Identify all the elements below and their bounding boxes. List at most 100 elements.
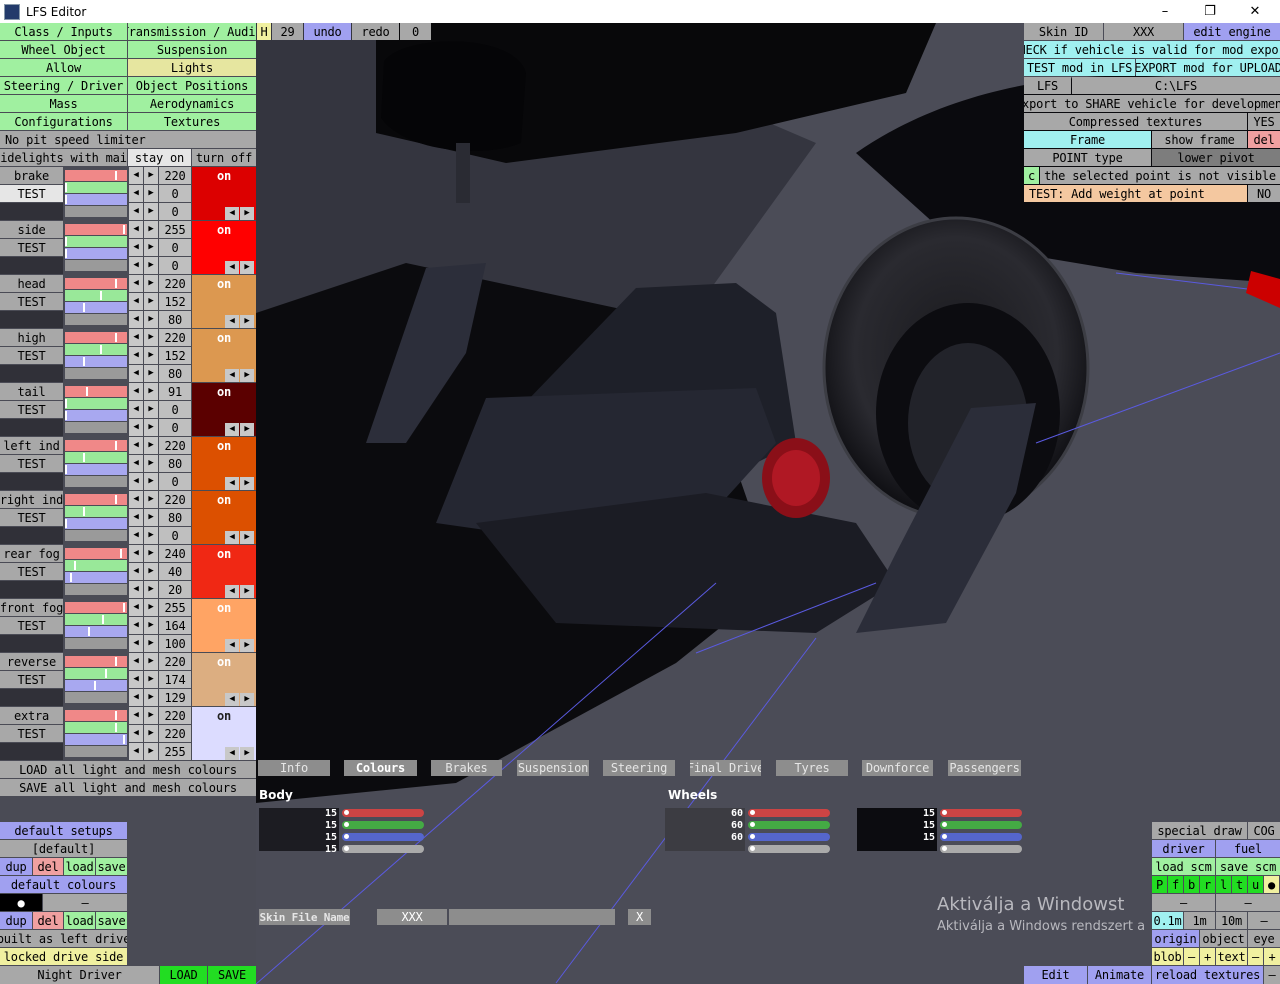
light-slider-b-10[interactable]: [65, 734, 127, 745]
light-slider-g-4[interactable]: [65, 398, 127, 409]
animate-mode-button[interactable]: Animate: [1088, 966, 1151, 984]
light-dec-g-icon-10[interactable]: ◀: [129, 725, 143, 742]
reload-textures-button[interactable]: reload textures: [1152, 966, 1263, 984]
swatch-next-icon-4[interactable]: ▶: [240, 423, 254, 436]
light-slider-b-9[interactable]: [65, 680, 127, 691]
test-weight-no-toggle[interactable]: NO: [1248, 185, 1280, 202]
light-value-r-6[interactable]: 220: [159, 491, 191, 508]
light-dec-b-icon-1[interactable]: ◀: [129, 257, 143, 274]
light-name-4[interactable]: tail: [0, 383, 63, 400]
load-scm-button[interactable]: load scm: [1152, 858, 1215, 875]
menu-mass[interactable]: Mass: [0, 95, 127, 112]
light-value-b-3[interactable]: 80: [159, 365, 191, 382]
light-dec-b-icon-4[interactable]: ◀: [129, 419, 143, 436]
light-value-r-5[interactable]: 220: [159, 437, 191, 454]
light-inc-b-icon-9[interactable]: ▶: [144, 689, 158, 706]
light-slider-b-1[interactable]: [65, 248, 127, 259]
light-slider-g-3[interactable]: [65, 344, 127, 355]
swatch-next-icon-6[interactable]: ▶: [240, 531, 254, 544]
blob-minus-button[interactable]: –: [1184, 948, 1199, 965]
tab-passengers[interactable]: Passengers: [948, 760, 1021, 776]
light-slider-b-6[interactable]: [65, 518, 127, 529]
lower-pivot-button[interactable]: lower pivot: [1152, 149, 1280, 166]
light-name-7[interactable]: rear fog: [0, 545, 63, 562]
light-value-r-10[interactable]: 220: [159, 707, 191, 724]
swatch-next-icon-2[interactable]: ▶: [240, 315, 254, 328]
swatch-prev-icon-7[interactable]: ◀: [225, 585, 239, 598]
menu-configurations[interactable]: Configurations: [0, 113, 127, 130]
light-dec-r-icon-2[interactable]: ◀: [129, 275, 143, 292]
save-scm-button[interactable]: save scm: [1216, 858, 1280, 875]
light-dec-r-icon-3[interactable]: ◀: [129, 329, 143, 346]
light-dec-b-icon-5[interactable]: ◀: [129, 473, 143, 490]
light-value-g-4[interactable]: 0: [159, 401, 191, 418]
light-name-9[interactable]: reverse: [0, 653, 63, 670]
light-slider-b-2[interactable]: [65, 302, 127, 313]
driver-load-button[interactable]: LOAD: [160, 966, 207, 984]
light-inc-b-icon-3[interactable]: ▶: [144, 365, 158, 382]
light-dec-b-icon-3[interactable]: ◀: [129, 365, 143, 382]
light-inc-b-icon-2[interactable]: ▶: [144, 311, 158, 328]
light-test-button-4[interactable]: TEST: [0, 401, 63, 418]
light-slider-a-5[interactable]: [65, 476, 127, 487]
light-slider-r-10[interactable]: [65, 710, 127, 721]
light-dec-r-icon-6[interactable]: ◀: [129, 491, 143, 508]
light-test-button-2[interactable]: TEST: [0, 293, 63, 310]
light-test-button-9[interactable]: TEST: [0, 671, 63, 688]
swatch-prev-icon-6[interactable]: ◀: [225, 531, 239, 544]
light-value-r-9[interactable]: 220: [159, 653, 191, 670]
light-value-b-2[interactable]: 80: [159, 311, 191, 328]
swatch-next-icon-8[interactable]: ▶: [240, 639, 254, 652]
light-dec-b-icon-10[interactable]: ◀: [129, 743, 143, 760]
light-inc-b-icon-8[interactable]: ▶: [144, 635, 158, 652]
light-dec-r-icon-1[interactable]: ◀: [129, 221, 143, 238]
light-dec-g-icon-9[interactable]: ◀: [129, 671, 143, 688]
light-slider-r-6[interactable]: [65, 494, 127, 505]
light-inc-r-icon-10[interactable]: ▶: [144, 707, 158, 724]
menu-aerodynamics[interactable]: Aerodynamics: [128, 95, 256, 112]
swatch-next-icon-5[interactable]: ▶: [240, 477, 254, 490]
view-toggle-4[interactable]: l: [1216, 876, 1231, 893]
undo-button[interactable]: undo: [304, 23, 351, 40]
maximize-button[interactable]: ❐: [1187, 0, 1233, 23]
light-slider-r-1[interactable]: [65, 224, 127, 235]
menu-wheel-object[interactable]: Wheel Object: [0, 41, 127, 58]
special-draw-button[interactable]: special draw: [1152, 822, 1247, 839]
light-inc-g-icon-3[interactable]: ▶: [144, 347, 158, 364]
light-slider-b-0[interactable]: [65, 194, 127, 205]
light-test-button-0[interactable]: TEST: [0, 185, 63, 202]
light-slider-a-7[interactable]: [65, 584, 127, 595]
light-inc-r-icon-3[interactable]: ▶: [144, 329, 158, 346]
light-dec-g-icon-3[interactable]: ◀: [129, 347, 143, 364]
skin-file-clear-button[interactable]: X: [628, 909, 651, 925]
body-slider-1[interactable]: [342, 821, 424, 829]
light-value-r-4[interactable]: 91: [159, 383, 191, 400]
driver-view-button[interactable]: driver: [1152, 840, 1215, 857]
light-value-b-1[interactable]: 0: [159, 257, 191, 274]
light-value-g-6[interactable]: 80: [159, 509, 191, 526]
light-inc-r-icon-1[interactable]: ▶: [144, 221, 158, 238]
view-dash-left[interactable]: –: [1152, 894, 1215, 911]
light-dec-r-icon-4[interactable]: ◀: [129, 383, 143, 400]
light-dec-g-icon-4[interactable]: ◀: [129, 401, 143, 418]
default-setup-name[interactable]: [default]: [0, 840, 127, 857]
light-name-2[interactable]: head: [0, 275, 63, 292]
body-slider-2[interactable]: [342, 833, 424, 841]
export-share-button[interactable]: export to SHARE vehicle for development: [1024, 95, 1280, 112]
light-name-10[interactable]: extra: [0, 707, 63, 724]
light-name-8[interactable]: front fog: [0, 599, 63, 616]
light-value-g-9[interactable]: 174: [159, 671, 191, 688]
swatch-prev-icon-10[interactable]: ◀: [225, 747, 239, 760]
light-inc-b-icon-0[interactable]: ▶: [144, 203, 158, 220]
tab-final-drive[interactable]: Final Drive: [690, 760, 761, 776]
swatch-next-icon-3[interactable]: ▶: [240, 369, 254, 382]
light-test-button-3[interactable]: TEST: [0, 347, 63, 364]
light-value-g-0[interactable]: 0: [159, 185, 191, 202]
light-value-g-1[interactable]: 0: [159, 239, 191, 256]
body-slider-0[interactable]: [342, 809, 424, 817]
light-value-b-6[interactable]: 0: [159, 527, 191, 544]
skin-id-value[interactable]: XXX: [1104, 23, 1183, 40]
default-colours[interactable]: default colours: [0, 876, 127, 893]
light-value-r-7[interactable]: 240: [159, 545, 191, 562]
light-slider-a-6[interactable]: [65, 530, 127, 541]
